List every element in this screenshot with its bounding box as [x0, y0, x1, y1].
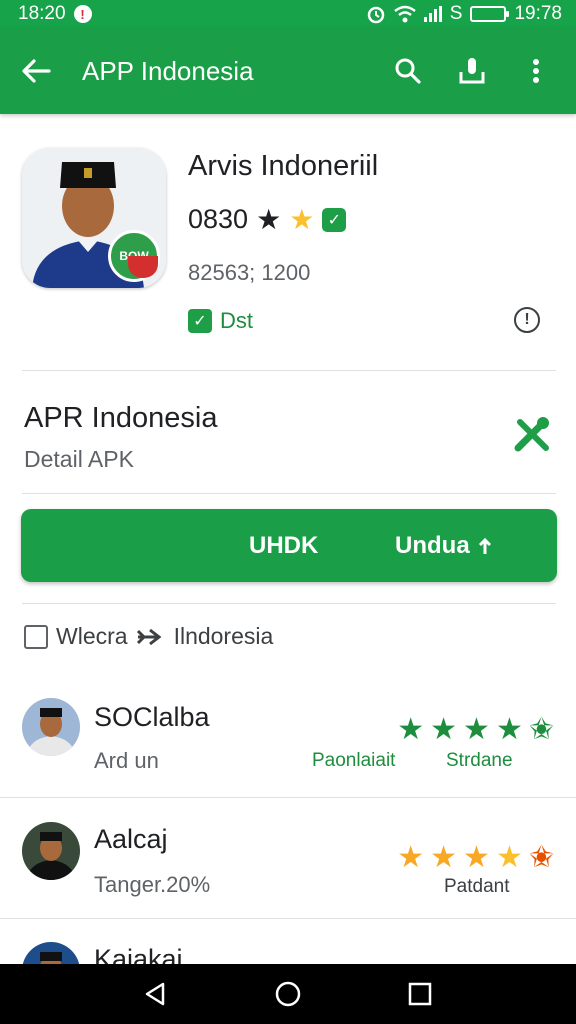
reviewer-name: Kaiakai	[94, 944, 183, 964]
divider	[0, 918, 576, 919]
review-label-left: Paonlaiait	[312, 750, 396, 771]
signal-icon	[423, 6, 442, 22]
more-vert-icon[interactable]	[514, 49, 558, 93]
app-icon: BOW	[22, 148, 166, 288]
star-icon: ★	[430, 841, 458, 874]
language-row[interactable]: Wlecra Ilndoresia	[24, 623, 273, 650]
header-info: Arvis Indoneriil 0830 ★ ★ ✓ 82563; 1200 …	[188, 150, 558, 334]
notification-icon: !	[73, 5, 92, 23]
divider	[22, 493, 556, 494]
star-icon: ★	[430, 713, 458, 746]
nav-recents-icon[interactable]	[400, 974, 440, 1014]
tag-row: ✓ Dst	[188, 308, 558, 334]
install-button-label-left: UHDK	[249, 532, 319, 559]
install-button[interactable]: UHDK Undua	[21, 509, 557, 582]
star-icon: ★	[463, 841, 490, 874]
rating-row: 0830 ★ ★ ✓	[188, 203, 558, 236]
nav-back-icon[interactable]	[136, 974, 176, 1014]
avatar	[22, 822, 80, 880]
divider	[0, 797, 576, 798]
language-label-left: Wlecra	[56, 623, 128, 649]
wifi-icon	[393, 5, 416, 23]
review-item[interactable]: SOClalba Ard un ★ ★ ★ ★ ✬ Paonlaiait Str…	[0, 680, 576, 800]
navigation-bar	[0, 964, 576, 1024]
avatar	[22, 942, 80, 964]
review-label-right: Patdant	[444, 876, 510, 897]
star-icon: ★	[397, 713, 425, 746]
app-bar-title: APP Indonesia	[82, 55, 254, 86]
status-right: S 19:78	[366, 3, 562, 25]
divider	[22, 603, 556, 604]
rating-stars: ★ ★ ★ ★ ✬	[397, 840, 554, 875]
review-subtext: Ard un	[94, 748, 159, 773]
status-left: 18:20 !	[18, 3, 92, 25]
app-name: Arvis Indoneriil	[188, 150, 379, 182]
star-icon: ★	[256, 204, 282, 235]
tag-label: Dst	[220, 308, 253, 333]
download-icon[interactable]	[450, 49, 494, 93]
status-bar: 18:20 ! S 19:78	[0, 0, 576, 28]
check-icon: ✓	[188, 309, 212, 333]
star-icon: ★	[495, 713, 523, 746]
alarm-icon	[367, 6, 385, 24]
tools-icon[interactable]	[512, 414, 552, 454]
review-item[interactable]: Aalcaj Tanger.20% ★ ★ ★ ★ ✬ Patdant	[0, 800, 576, 920]
downloads-count: 82563; 1200	[188, 260, 311, 285]
star-half-icon: ✬	[528, 713, 554, 746]
status-time-left: 18:20	[18, 3, 66, 24]
reviewer-name: SOClalba	[94, 702, 210, 732]
checkbox[interactable]	[24, 624, 48, 649]
review-item[interactable]: Kaiakai	[0, 922, 576, 964]
avatar	[22, 698, 80, 756]
star-gold-icon: ★	[289, 204, 315, 235]
star-icon: ★	[463, 713, 490, 746]
arrow-up-icon	[478, 537, 491, 554]
nav-home-icon[interactable]	[268, 974, 308, 1014]
language-label-right: Ilndoresia	[173, 623, 274, 649]
search-icon[interactable]	[386, 49, 430, 93]
review-label-right: Strdane	[446, 750, 513, 771]
app-bar: APP Indonesia	[0, 28, 576, 114]
arrow-right-icon	[136, 628, 162, 645]
status-time-right: 19:78	[514, 3, 562, 24]
sub-caption: Detail APK	[24, 446, 134, 472]
install-button-label-right: Undua	[395, 532, 470, 559]
info-icon[interactable]: !	[514, 307, 540, 333]
back-arrow-icon[interactable]	[18, 53, 54, 89]
sim-label: S	[449, 3, 463, 24]
reviewer-name: Aalcaj	[94, 824, 168, 854]
sub-title: APR Indonesia	[24, 402, 218, 434]
install-button-label-right-wrap: Undua	[395, 532, 492, 560]
star-half-icon: ✬	[528, 841, 554, 874]
rating-stars: ★ ★ ★ ★ ✬	[397, 712, 554, 747]
verified-icon: ✓	[322, 207, 347, 232]
star-icon: ★	[495, 841, 523, 874]
review-subtext: Tanger.20%	[94, 872, 211, 897]
divider	[22, 370, 556, 371]
battery-icon	[470, 6, 510, 22]
star-icon: ★	[397, 841, 425, 874]
rating-text: 0830	[188, 204, 249, 234]
